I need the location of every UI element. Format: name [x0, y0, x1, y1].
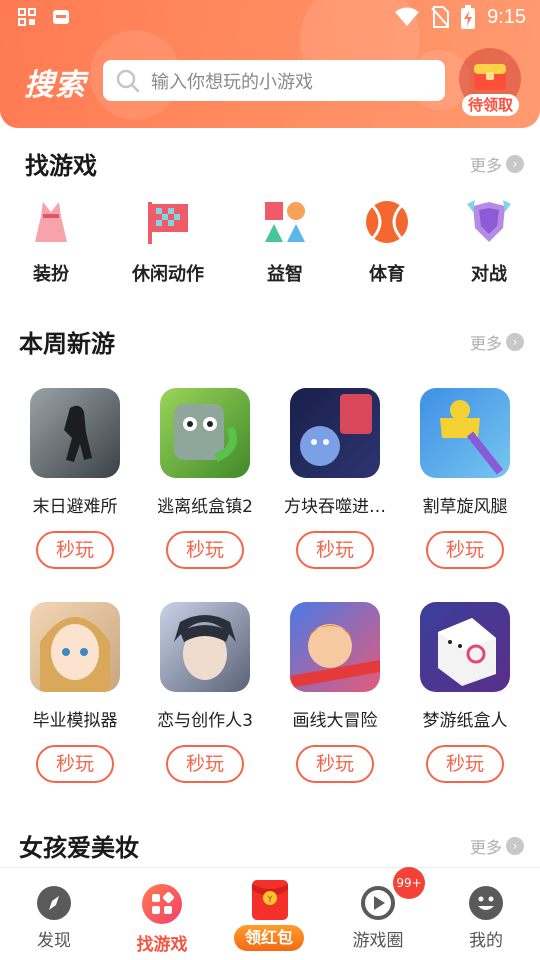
red-envelope-icon: Y: [246, 878, 294, 922]
play-button[interactable]: 秒玩: [166, 745, 244, 783]
status-time: 9:15: [487, 5, 526, 28]
no-sim-icon: [431, 6, 450, 28]
search-input[interactable]: 输入你想玩的小游戏: [103, 60, 445, 101]
shapes-icon: [261, 198, 309, 246]
play-button[interactable]: 秒玩: [166, 531, 244, 569]
treasure-chest-icon: [474, 64, 506, 90]
find-games-more[interactable]: 更多 ›: [470, 152, 525, 176]
category-casual-action[interactable]: 休闲动作: [128, 198, 208, 286]
game-thumbnail[interactable]: [30, 388, 120, 478]
category-dress-up[interactable]: 装扮: [11, 198, 91, 286]
app-grid-icon: [18, 8, 36, 26]
new-games-more[interactable]: 更多 ›: [470, 330, 525, 354]
tab-label: 发现: [37, 931, 71, 951]
category-label: 装扮: [33, 264, 69, 285]
grid-icon: [142, 884, 182, 924]
game-name: 画线大冒险: [292, 711, 378, 731]
tab-label: 找游戏: [136, 935, 188, 955]
game-thumbnail[interactable]: [420, 388, 510, 478]
girls-makeup-title: 女孩爱美妆: [19, 834, 139, 862]
game-card[interactable]: 割草旋风腿 秒玩: [410, 388, 520, 569]
tab-mine[interactable]: 我的: [441, 886, 531, 951]
category-label: 益智: [267, 264, 303, 285]
more-label: 更多: [470, 838, 503, 857]
game-thumbnail[interactable]: [290, 388, 380, 478]
search-icon: [116, 69, 140, 92]
notification-badge: 99+: [393, 867, 425, 899]
play-button[interactable]: 秒玩: [426, 745, 504, 783]
smiley-icon: [469, 886, 503, 920]
search-placeholder: 输入你想玩的小游戏: [151, 71, 313, 93]
play-button[interactable]: 秒玩: [296, 745, 374, 783]
play-button[interactable]: 秒玩: [36, 531, 114, 569]
play-circle-icon: [361, 886, 395, 920]
find-games-title: 找游戏: [25, 152, 97, 180]
game-card[interactable]: 逃离纸盒镇2 秒玩: [150, 388, 260, 569]
chevron-right-icon: ›: [506, 333, 525, 351]
category-puzzle[interactable]: 益智: [245, 198, 325, 286]
more-label: 更多: [470, 334, 503, 353]
category-sports[interactable]: 体育: [347, 198, 427, 286]
category-label: 休闲动作: [132, 264, 204, 285]
game-name: 逃离纸盒镇2: [157, 497, 253, 517]
tennis-ball-icon: [363, 198, 411, 246]
play-button[interactable]: 秒玩: [36, 745, 114, 783]
category-label: 对战: [471, 264, 507, 285]
game-card[interactable]: 方块吞噬进… 秒玩: [280, 388, 390, 569]
game-card[interactable]: 末日避难所 秒玩: [20, 388, 130, 569]
game-card[interactable]: 画线大冒险 秒玩: [280, 602, 390, 783]
search-title: 搜索: [24, 68, 86, 103]
game-name: 毕业模拟器: [32, 711, 118, 731]
girls-makeup-more[interactable]: 更多 ›: [470, 834, 525, 858]
play-button[interactable]: 秒玩: [296, 531, 374, 569]
game-name: 方块吞噬进…: [284, 497, 386, 517]
game-name: 割草旋风腿: [422, 497, 508, 517]
play-button[interactable]: 秒玩: [426, 531, 504, 569]
versus-shield-icon: [465, 198, 513, 246]
game-name: 末日避难所: [32, 497, 118, 517]
checkered-flag-icon: [144, 198, 192, 246]
game-name: 梦游纸盒人: [422, 711, 508, 731]
gift-button[interactable]: 待领取: [459, 48, 521, 118]
header-banner: 9:15 搜索 输入你想玩的小游戏 待领取: [0, 0, 540, 128]
game-name: 恋与创作人3: [157, 711, 253, 731]
tab-label: 我的: [469, 931, 503, 951]
game-thumbnail[interactable]: [290, 602, 380, 692]
game-card[interactable]: 梦游纸盒人 秒玩: [410, 602, 520, 783]
game-thumbnail[interactable]: [30, 602, 120, 692]
more-label: 更多: [470, 156, 503, 175]
red-envelope-label[interactable]: 领红包: [234, 925, 304, 951]
tab-red-envelope[interactable]: Y: [225, 878, 315, 922]
svg-text:Y: Y: [266, 895, 273, 905]
game-card[interactable]: 毕业模拟器 秒玩: [20, 602, 130, 783]
new-games-title: 本周新游: [19, 330, 115, 358]
category-battle[interactable]: 对战: [449, 198, 529, 286]
game-thumbnail[interactable]: [160, 602, 250, 692]
chevron-right-icon: ›: [506, 155, 525, 173]
tab-discover[interactable]: 发现: [9, 886, 99, 951]
notification-app-icon: [53, 10, 69, 24]
gift-badge: 待领取: [462, 94, 519, 116]
compass-icon: [37, 886, 71, 920]
status-bar: 9:15: [0, 0, 540, 36]
battery-charging-icon: [461, 5, 476, 29]
wifi-icon: [395, 7, 420, 26]
game-thumbnail[interactable]: [420, 602, 510, 692]
dress-icon: [27, 198, 75, 246]
game-card[interactable]: 恋与创作人3 秒玩: [150, 602, 260, 783]
category-label: 体育: [369, 264, 405, 285]
tab-label: 游戏圈: [352, 931, 404, 951]
game-thumbnail[interactable]: [160, 388, 250, 478]
tab-find-games[interactable]: 找游戏: [117, 884, 207, 955]
chevron-right-icon: ›: [506, 837, 525, 855]
